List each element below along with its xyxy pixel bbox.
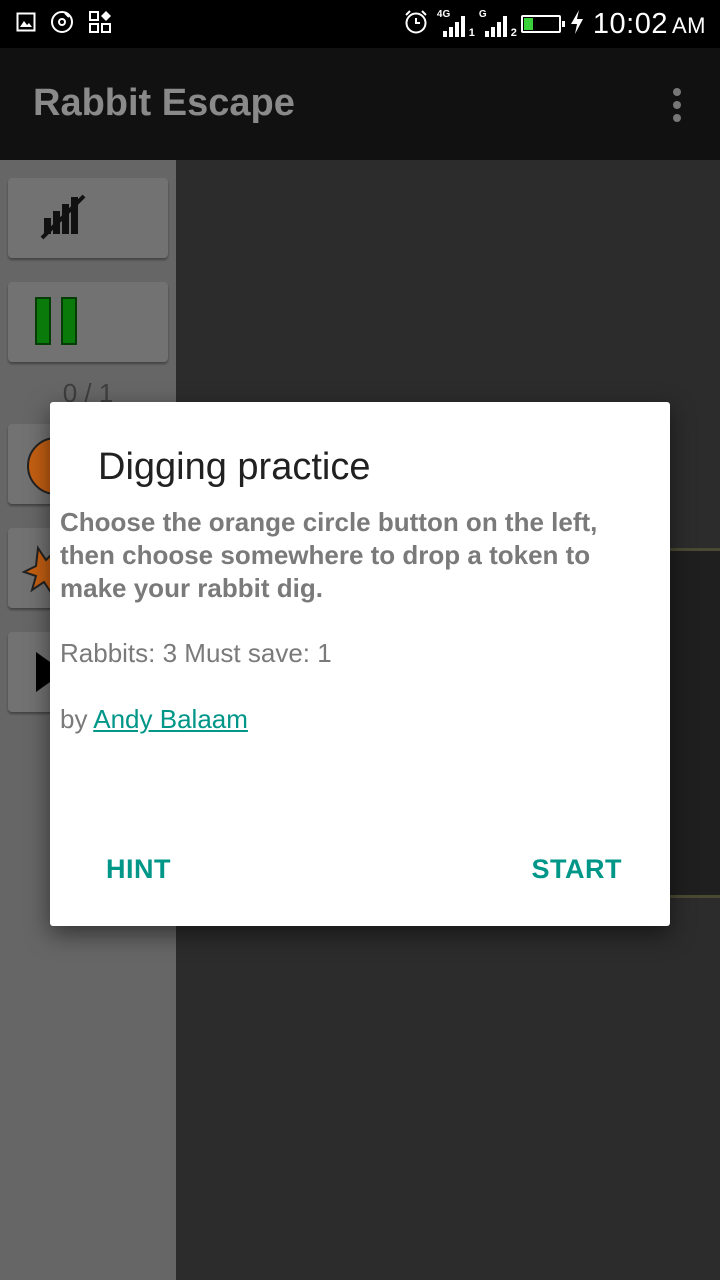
mute-button[interactable]: [8, 178, 168, 258]
mute-icon: [40, 194, 86, 240]
signal-icon-sim2: G 2: [479, 9, 517, 39]
clock-ampm: AM: [672, 12, 706, 38]
dialog-author: by Andy Balaam: [60, 704, 248, 735]
dialog-title: Digging practice: [98, 446, 371, 488]
dialog-stats: Rabbits: 3 Must save: 1: [60, 638, 332, 668]
clock: 10:02 AM: [593, 8, 706, 41]
dialog-description: Choose the orange circle button on the l…: [60, 507, 598, 603]
app-bar: Rabbit Escape: [0, 48, 720, 160]
start-button[interactable]: START: [532, 854, 623, 885]
sim-label: 2: [510, 27, 517, 39]
pause-icon: [35, 297, 77, 345]
music-icon: [50, 10, 74, 39]
author-link[interactable]: Andy Balaam: [93, 704, 248, 734]
clock-time: 10:02: [592, 7, 668, 40]
alarm-icon: [403, 9, 429, 40]
charging-icon: [569, 9, 585, 40]
pause-button[interactable]: [8, 282, 168, 362]
apps-icon: [88, 10, 112, 39]
battery-icon: [520, 15, 565, 33]
app-title: Rabbit Escape: [33, 82, 295, 124]
level-intro-dialog: Digging practice Choose the orange circl…: [50, 402, 670, 926]
hint-button[interactable]: HINT: [106, 854, 171, 885]
status-bar: 4G 1 G 2 10:02 AM: [0, 0, 720, 48]
sim-label: 1: [468, 27, 475, 39]
level-terrain: [666, 548, 720, 898]
overflow-menu-icon[interactable]: [664, 88, 690, 122]
author-prefix: by: [60, 704, 94, 734]
gallery-icon: [16, 12, 36, 37]
signal-icon-sim1: 4G 1: [437, 9, 475, 39]
